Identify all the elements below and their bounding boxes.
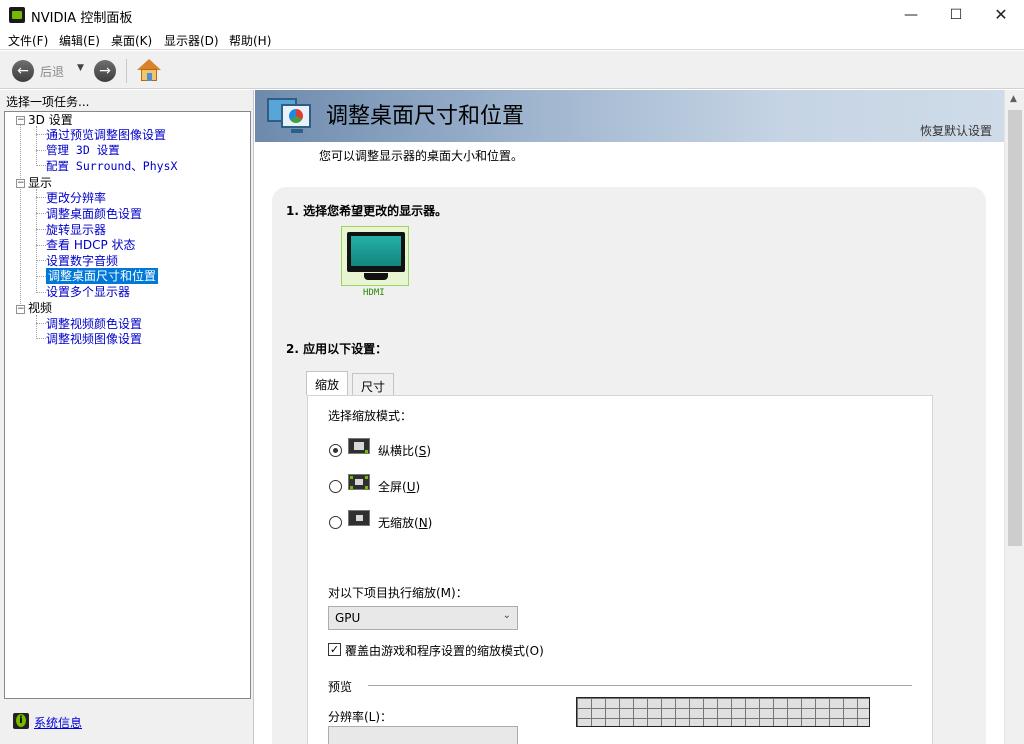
radio-aspect-ratio[interactable] <box>329 444 342 457</box>
page-header: 调整桌面尺寸和位置 恢复默认设置 <box>255 90 1004 142</box>
scrollbar-thumb[interactable] <box>1008 110 1022 546</box>
menu-desktop[interactable]: 桌面(K) <box>111 32 152 49</box>
task-panel-header: 选择一项任务... <box>6 95 90 109</box>
minimize-button[interactable]: — <box>888 0 934 30</box>
nvidia-app-icon <box>9 7 25 23</box>
preview-divider <box>368 685 912 686</box>
no-scaling-label[interactable]: 无缩放(N) <box>378 514 432 531</box>
resolution-select[interactable] <box>328 726 518 744</box>
radio-no-scaling[interactable] <box>329 516 342 529</box>
resolution-label: 分辨率(L)： <box>328 710 393 724</box>
display-hdmi-label[interactable]: HDMI <box>363 288 385 298</box>
scaling-mode-label: 选择缩放模式： <box>328 409 413 423</box>
task-tree: − 3D 设置 通过预览调整图像设置 管理 3D 设置 配置 Surround、… <box>4 111 251 699</box>
tab-size[interactable]: 尺寸 <box>352 373 395 396</box>
page-title: 调整桌面尺寸和位置 <box>326 104 525 129</box>
tree-item-configure-surround-physx[interactable]: 配置 Surround、PhysX <box>46 158 177 174</box>
tree-item-change-resolution[interactable]: 更改分辨率 <box>46 190 106 206</box>
aspect-ratio-label[interactable]: 纵横比(S) <box>378 442 431 459</box>
tree-item-video-image-settings[interactable]: 调整视频图像设置 <box>46 331 142 347</box>
tree-item-view-hdcp-status[interactable]: 查看 HDCP 状态 <box>46 237 136 253</box>
menu-bar: 文件(F) 编辑(E) 桌面(K) 显示器(D) 帮助(H) <box>0 30 1024 50</box>
tree-group-3d-settings[interactable]: 3D 设置 <box>28 112 73 128</box>
task-panel: 选择一项任务... − 3D 设置 通过预览调整图像设置 管理 3D 设置 配置… <box>0 90 254 744</box>
main-content: 调整桌面尺寸和位置 恢复默认设置 您可以调整显示器的桌面大小和位置。 1. 选择… <box>255 90 1004 744</box>
tree-item-digital-audio[interactable]: 设置数字音频 <box>46 253 118 269</box>
preview-grid <box>576 697 870 727</box>
chevron-down-icon: ⌄ <box>502 610 511 621</box>
menu-file[interactable]: 文件(F) <box>8 32 48 49</box>
aspect-ratio-icon <box>348 438 370 454</box>
scroll-up-icon[interactable]: ▲ <box>1010 94 1017 104</box>
history-dropdown-icon[interactable]: ▼ <box>77 63 84 73</box>
override-scaling-label[interactable]: 覆盖由游戏和程序设置的缩放模式(O) <box>345 642 544 659</box>
perform-scaling-value: GPU <box>335 611 361 625</box>
home-icon[interactable] <box>137 59 161 81</box>
system-info-icon[interactable] <box>13 713 29 729</box>
fullscreen-icon <box>348 474 370 490</box>
tab-scaling[interactable]: 缩放 <box>306 371 349 395</box>
tree-group-video[interactable]: 视频 <box>28 300 52 316</box>
vertical-scrollbar[interactable]: ▲ <box>1004 90 1024 744</box>
full-screen-label[interactable]: 全屏(U) <box>378 478 420 495</box>
expander-icon[interactable]: − <box>16 116 25 125</box>
expander-icon[interactable]: − <box>16 179 25 188</box>
section-select-display-title: 1. 选择您希望更改的显示器。 <box>286 204 448 218</box>
title-bar: NVIDIA 控制面板 — ☐ ✕ <box>0 0 1024 30</box>
maximize-button[interactable]: ☐ <box>933 0 979 30</box>
back-arrow-icon[interactable]: ← <box>12 60 34 82</box>
scaling-tab-panel: 选择缩放模式： 纵横比(S) 全屏(U) 无缩放(N) 对以下项目执行缩放(M)… <box>307 395 933 744</box>
radio-full-screen[interactable] <box>329 480 342 493</box>
perform-scaling-select[interactable]: GPU ⌄ <box>328 606 518 630</box>
window-title: NVIDIA 控制面板 <box>31 11 133 26</box>
toolbar-separator <box>126 59 127 83</box>
tree-group-display[interactable]: 显示 <box>28 175 52 191</box>
forward-arrow-icon[interactable]: → <box>94 60 116 82</box>
page-description: 您可以调整显示器的桌面大小和位置。 <box>319 149 524 163</box>
tree-item-desktop-size-position[interactable]: 调整桌面尺寸和位置 <box>46 268 159 284</box>
display-hdmi-tile[interactable] <box>341 226 409 286</box>
tree-item-preview-image-settings[interactable]: 通过预览调整图像设置 <box>46 127 166 143</box>
perform-scaling-label: 对以下项目执行缩放(M)： <box>328 586 468 600</box>
no-scaling-icon <box>348 510 370 526</box>
tree-item-desktop-color-settings[interactable]: 调整桌面颜色设置 <box>46 206 142 222</box>
section-apply-settings-title: 2. 应用以下设置： <box>286 342 388 356</box>
restore-defaults-link[interactable]: 恢复默认设置 <box>920 122 992 139</box>
monitor-icon <box>347 232 405 272</box>
system-info-link[interactable]: 系统信息 <box>34 714 82 731</box>
desktop-size-position-icon <box>267 96 313 136</box>
menu-edit[interactable]: 编辑(E) <box>59 32 100 49</box>
tree-item-rotate-display[interactable]: 旋转显示器 <box>46 222 106 238</box>
back-label[interactable]: 后退 <box>40 63 64 80</box>
menu-display[interactable]: 显示器(D) <box>164 32 219 49</box>
tree-item-multiple-displays[interactable]: 设置多个显示器 <box>46 284 130 300</box>
menu-help[interactable]: 帮助(H) <box>229 32 271 49</box>
expander-icon[interactable]: − <box>16 305 25 314</box>
tree-item-manage-3d-settings[interactable]: 管理 3D 设置 <box>46 142 120 158</box>
override-scaling-checkbox[interactable]: ✓ <box>328 643 341 656</box>
tree-item-video-color-settings[interactable]: 调整视频颜色设置 <box>46 316 142 332</box>
preview-label: 预览 <box>328 680 353 694</box>
settings-card: 1. 选择您希望更改的显示器。 HDMI 2. 应用以下设置： 缩放 尺寸 选择… <box>272 187 986 744</box>
toolbar: ← 后退 ▼ → <box>0 51 1024 89</box>
close-button[interactable]: ✕ <box>978 0 1024 30</box>
